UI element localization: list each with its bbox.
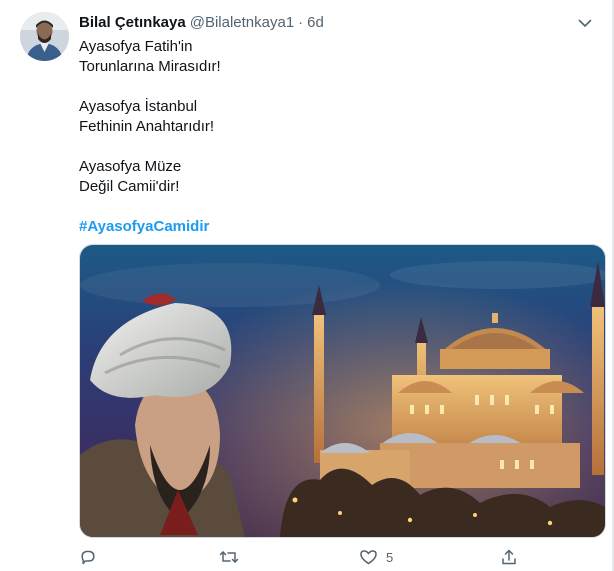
separator-dot: · xyxy=(298,14,304,31)
heart-icon xyxy=(359,548,378,566)
tweet-actions: 5 xyxy=(79,546,539,568)
tweet-line: Ayasofya Müze xyxy=(79,158,182,175)
reply-icon xyxy=(79,548,97,566)
retweet-button[interactable] xyxy=(219,546,239,568)
avatar[interactable] xyxy=(20,12,69,61)
reply-button[interactable] xyxy=(79,546,97,568)
hashtag-link[interactable]: #AyasofyaCamidir xyxy=(79,218,209,235)
avatar-photo xyxy=(20,12,69,61)
tweet-line: Değil Camii'dir! xyxy=(79,178,180,195)
like-button[interactable]: 5 xyxy=(359,546,393,568)
chevron-down-icon[interactable] xyxy=(576,14,594,32)
share-button[interactable] xyxy=(500,546,518,568)
tweet-timestamp[interactable]: 6d xyxy=(307,14,324,31)
tweet-line: Torunlarına Mirasıdır! xyxy=(79,58,221,75)
tweet-line: Ayasofya İstanbul xyxy=(79,98,198,115)
tweet-line: Fethinin Anahtarıdır! xyxy=(79,118,215,135)
like-count: 5 xyxy=(386,549,394,565)
display-name[interactable]: Bilal Çetınkaya xyxy=(79,14,186,31)
share-icon xyxy=(500,548,518,566)
tweet-text: Ayasofya Fatih'in Torunlarına Mirasıdır!… xyxy=(79,37,579,237)
tweet-header: Bilal Çetınkaya @Bilaletnkaya1 · 6d xyxy=(79,13,324,33)
tweet-media-image[interactable] xyxy=(79,244,606,538)
tweet-card[interactable]: Bilal Çetınkaya @Bilaletnkaya1 · 6d Ayasofy… xyxy=(0,0,614,571)
tweet-line: Ayasofya Fatih'in xyxy=(79,38,193,55)
retweet-icon xyxy=(219,548,239,566)
user-handle[interactable]: @Bilaletnkaya1 xyxy=(190,14,294,31)
hagia-sophia-photo xyxy=(80,245,605,537)
